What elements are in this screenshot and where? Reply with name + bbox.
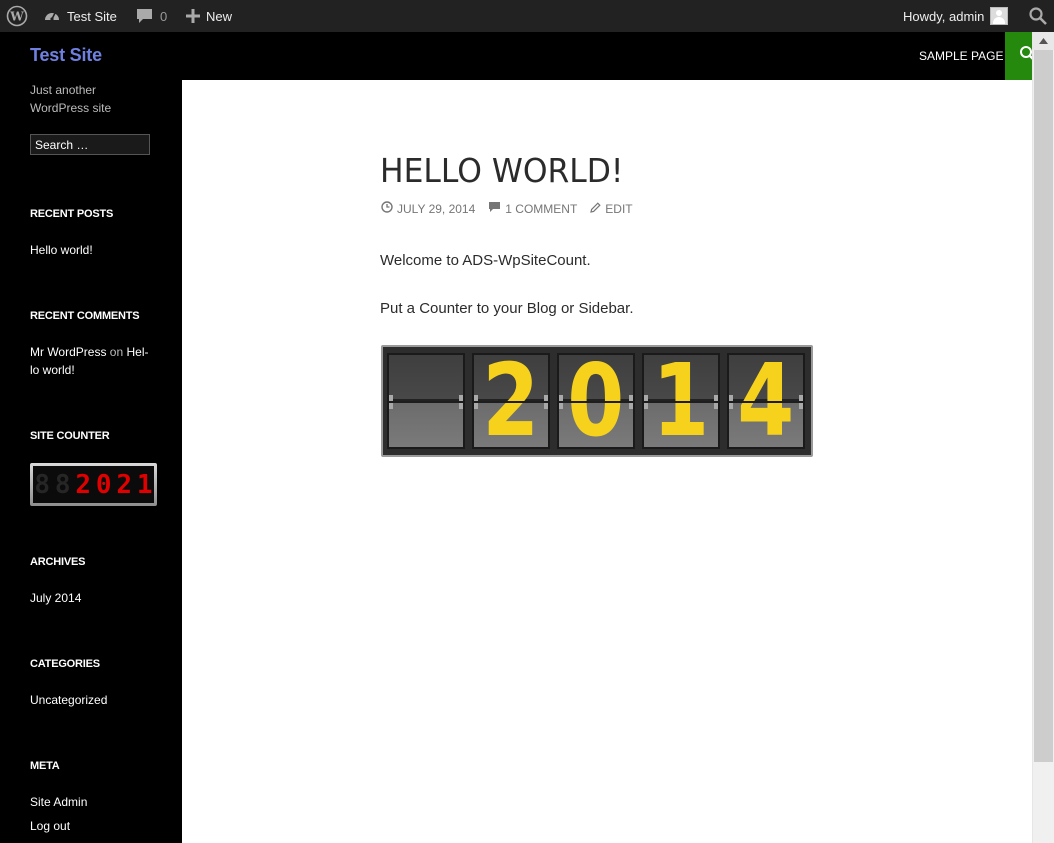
flip-counter-card <box>387 353 465 449</box>
meta-log-out-link[interactable]: Log out <box>30 817 70 835</box>
scrollbar-thumb[interactable] <box>1034 50 1053 762</box>
admin-bar: W Test Site 0 New Howdy, admin <box>0 0 1054 32</box>
sidebar: Test Site Just another WordPress site RE… <box>0 32 182 843</box>
avatar <box>990 7 1009 25</box>
post-comments-link[interactable]: 1 COMMENT <box>488 201 577 216</box>
flip-counter-digit: 0 <box>567 353 625 449</box>
svg-text:W: W <box>9 10 24 24</box>
archive-link[interactable]: July 2014 <box>30 589 81 607</box>
widget-title-archives: ARCHIVES <box>30 556 86 568</box>
site-description: Just another WordPress site <box>30 83 112 115</box>
led-digit: 0 <box>95 469 112 500</box>
comment-author-link[interactable]: Mr WordPress <box>30 345 106 359</box>
admin-bar-account[interactable]: Howdy, admin <box>903 0 1009 32</box>
post-comments-text: 1 COMMENT <box>505 201 578 216</box>
post-date[interactable]: JULY 29, 2014 <box>381 201 475 216</box>
widget-title-recent-posts: RECENT POSTS <box>30 208 114 220</box>
flip-counter-card: 4 <box>727 353 805 449</box>
wordpress-logo-icon[interactable]: W <box>6 0 28 32</box>
primary-navigation: SAMPLE PAGE <box>182 32 1053 80</box>
flip-counter-card: 1 <box>642 353 720 449</box>
dashboard-icon <box>43 7 61 25</box>
led-digit: 1 <box>136 469 153 500</box>
widget-title-site-counter: SITE COUNTER <box>30 430 110 442</box>
led-digit: 2 <box>116 469 133 500</box>
flip-counter-display: 2014 <box>381 345 813 457</box>
plus-icon <box>186 9 200 23</box>
flip-counter-digit: 2 <box>482 353 540 449</box>
site-title[interactable]: Test Site <box>30 45 102 66</box>
category-link[interactable]: Uncategorized <box>30 691 107 709</box>
sidebar-search-input[interactable] <box>30 134 150 155</box>
admin-bar-site-name: Test Site <box>67 8 117 24</box>
led-digit: 2 <box>75 469 92 500</box>
widget-title-meta: META <box>30 760 60 772</box>
admin-bar-new-label: New <box>206 8 233 24</box>
admin-bar-howdy: Howdy, admin <box>903 8 985 24</box>
pencil-icon <box>590 201 601 216</box>
admin-bar-new[interactable]: New <box>186 0 232 32</box>
flip-counter-digit: 4 <box>737 353 795 449</box>
admin-bar-comment-count: 0 <box>160 8 168 24</box>
flip-counter-card: 0 <box>557 353 635 449</box>
post-edit-text: EDIT <box>605 201 633 216</box>
post-paragraph: Put a Counter to your Blog or Sidebar. <box>380 300 634 317</box>
admin-bar-comments[interactable]: 0 <box>136 0 167 32</box>
flip-counter-digit: 1 <box>652 353 710 449</box>
post-title[interactable]: HELLO WORLD! <box>380 151 623 190</box>
comment-bubble-icon <box>136 8 153 24</box>
comment-on-text: on <box>109 345 124 359</box>
flip-counter-card: 2 <box>472 353 550 449</box>
scroll-up-arrow-icon[interactable] <box>1033 32 1054 50</box>
recent-comment: Mr WordPress on Hel-lo world! <box>30 343 155 379</box>
post-meta: JULY 29, 2014 1 COMMENT EDIT <box>381 201 646 216</box>
post-edit-link[interactable]: EDIT <box>590 201 633 216</box>
post-date-text: JULY 29, 2014 <box>397 201 476 216</box>
admin-bar-search-icon[interactable] <box>1028 0 1048 32</box>
site-counter-led-display: 882021 <box>30 463 157 506</box>
admin-bar-site-link[interactable]: Test Site <box>43 0 117 32</box>
recent-post-link[interactable]: Hello world! <box>30 241 93 259</box>
meta-site-admin-link[interactable]: Site Admin <box>30 793 87 811</box>
clock-icon <box>381 201 393 216</box>
led-digit: 8 <box>34 469 51 500</box>
widget-title-categories: CATEGORIES <box>30 658 100 670</box>
led-digits: 882021 <box>33 466 154 503</box>
led-digit: 8 <box>54 469 71 500</box>
widget-title-recent-comments: RECENT COMMENTS <box>30 310 140 322</box>
post-paragraph: Welcome to ADS-WpSiteCount. <box>380 252 591 269</box>
comment-icon <box>488 201 501 216</box>
post-content: Welcome to ADS-WpSiteCount. Put a Counte… <box>380 250 1020 346</box>
nav-item-sample-page[interactable]: SAMPLE PAGE <box>919 32 1003 80</box>
page-scrollbar[interactable] <box>1032 32 1054 843</box>
